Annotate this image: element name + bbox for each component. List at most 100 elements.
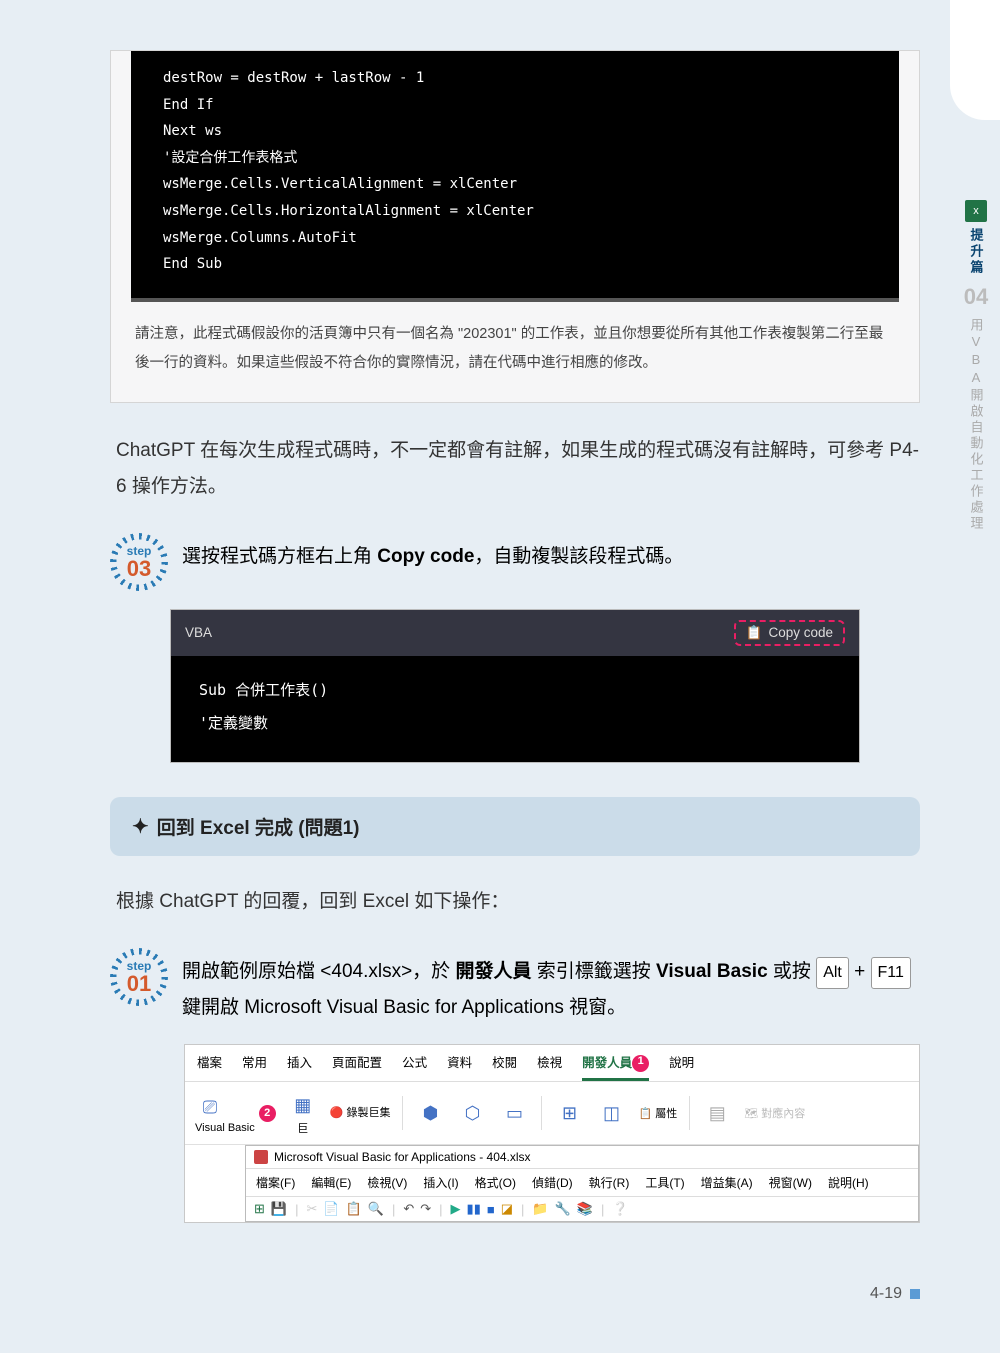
t: 或按 [768,961,817,982]
tb-undo-icon[interactable]: ↶ [403,1201,414,1217]
kbd-alt: Alt [816,957,849,989]
vba-line: '定義變數 [199,707,831,740]
vba-header: VBA 📋 Copy code [171,610,859,656]
step-number: 03 [127,558,151,580]
tb-redo-icon[interactable]: ↷ [420,1201,431,1217]
sep: | [521,1202,524,1217]
step-badge-03: step 03 [110,533,168,591]
page-number-text: 4-19 [870,1285,902,1303]
code-line: wsMerge.Columns.AutoFit [163,225,867,252]
tab-layout[interactable]: 頁面配置 [332,1052,382,1081]
tb-find-icon[interactable]: 🔍 [368,1201,384,1217]
divider [402,1096,403,1130]
menu-debug[interactable]: 偵錯(D) [532,1174,573,1191]
tb-design-icon[interactable]: ◪ [501,1201,513,1217]
tb-help-icon[interactable]: ❔ [612,1201,628,1217]
t: 屬性 [655,1108,677,1120]
tb-stop-icon[interactable]: ■ [487,1202,495,1217]
macro-label: 巨 [288,1120,318,1136]
tab-data[interactable]: 資料 [447,1052,472,1081]
copy-label: Copy code [768,625,833,640]
excel-screenshot: 檔案 常用 插入 頁面配置 公式 資料 校閱 檢視 開發人員1 說明 ⎚ Vis… [184,1044,920,1223]
menu-insert[interactable]: 插入(I) [423,1174,458,1191]
visual-basic-button[interactable]: ⎚ Visual Basic [195,1092,255,1134]
divider [689,1096,690,1130]
section-title: 回到 Excel 完成 (問題1) [157,813,360,840]
vba-toolbar: ⊞ 💾 | ✂ 📄 📋 🔍 | ↶ ↷ | ▶ ▮▮ ■ ◪ | 📁 🔧 📚 | [246,1197,918,1221]
menu-addins[interactable]: 增益集(A) [701,1174,753,1191]
tb-save-icon[interactable]: 💾 [271,1201,287,1217]
tb-props-icon[interactable]: 🔧 [555,1201,571,1217]
menu-run[interactable]: 執行(R) [589,1174,630,1191]
excel-ribbon-content: ⎚ Visual Basic 2 ▦ 巨 🔴 錄製巨集 ⬢ ⬡ ▭ ⊞ ◫ 📋 … [185,1082,919,1145]
tb-browser-icon[interactable]: 📚 [577,1201,593,1217]
source-icon[interactable]: ▤ [702,1098,732,1128]
t: ，自動複製該段程式碼。 [474,546,683,567]
tab-insert[interactable]: 插入 [287,1052,312,1081]
excel-icon: x [965,200,987,222]
vb-icon: ⎚ [195,1092,225,1122]
code-line: destRow = destRow + lastRow - 1 [163,65,867,92]
com-addins-icon[interactable]: ▭ [499,1098,529,1128]
tb-copy-icon[interactable]: 📄 [323,1201,339,1217]
vba-body: Sub 合併工作表() '定義變數 [171,656,859,762]
side-tab: x 提升篇 04 用VBA開啟自動化工作處理 [956,200,996,532]
tb-paste-icon[interactable]: 📋 [346,1201,362,1217]
vba-lang-label: VBA [185,625,212,640]
vba-titlebar: Microsoft Visual Basic for Applications … [246,1146,918,1169]
menu-window[interactable]: 視窗(W) [769,1174,812,1191]
tab-review[interactable]: 校閱 [492,1052,517,1081]
menu-edit[interactable]: 編輯(E) [311,1174,351,1191]
page-marker-icon [910,1289,920,1299]
step-number: 01 [127,973,151,995]
menu-format[interactable]: 格式(O) [475,1174,516,1191]
section-banner: ✦ 回到 Excel 完成 (問題1) [110,797,920,856]
insert-control-icon[interactable]: ⊞ [554,1098,584,1128]
copy-code-button[interactable]: 📋 Copy code [734,620,845,646]
menu-help[interactable]: 說明(H) [828,1174,869,1191]
map-props: 🗺 對應內容 [744,1105,805,1121]
vb-label: Visual Basic [195,1122,255,1134]
page-content: destRow = destRow + lastRow - 1 End If N… [0,0,1000,1223]
tab-home[interactable]: 常用 [242,1052,267,1081]
t-bold: 開發人員 [455,961,531,982]
step-01-text: 開啟範例原始檔 <404.xlsx>，於 開發人員 索引標籤選按 Visual … [182,948,920,1026]
menu-tools[interactable]: 工具(T) [645,1174,684,1191]
divider [541,1096,542,1130]
design-mode-icon[interactable]: ◫ [596,1098,626,1128]
properties-button[interactable]: 📋 屬性 [638,1105,677,1121]
macro-group: 🔴 錄製巨集 [330,1105,391,1123]
tab-help[interactable]: 說明 [669,1052,694,1081]
map-group: 🗺 對應內容 [744,1105,805,1121]
sep: | [295,1202,298,1217]
tab-file[interactable]: 檔案 [197,1052,222,1081]
tb-pause-icon[interactable]: ▮▮ [467,1201,481,1217]
code-line: '設定合併工作表格式 [163,145,867,172]
sep: | [392,1202,395,1217]
t-bold: Copy code [377,546,474,567]
vba-line: Sub 合併工作表() [199,674,831,707]
tab-formulas[interactable]: 公式 [402,1052,427,1081]
addins-icon[interactable]: ⬢ [415,1098,445,1128]
code-line: End Sub [163,251,867,278]
chapter-number: 04 [956,284,996,310]
tb-run-icon[interactable]: ▶ [451,1201,461,1217]
tb-cut-icon[interactable]: ✂ [306,1201,317,1217]
spark-icon: ✦ [132,814,149,839]
menu-view[interactable]: 檢視(V) [367,1174,407,1191]
tab-developer[interactable]: 開發人員1 [582,1052,649,1081]
kbd-f11: F11 [871,957,911,989]
tb-project-icon[interactable]: 📁 [532,1201,548,1217]
record-macro[interactable]: 🔴 錄製巨集 [330,1105,391,1123]
step-03: step 03 選按程式碼方框右上角 Copy code，自動複製該段程式碼。 [110,533,920,591]
properties-group: 📋 屬性 [638,1105,677,1121]
side-top-label: 提升篇 [967,228,986,276]
menu-file[interactable]: 檔案(F) [256,1174,295,1191]
tb-excel-icon[interactable]: ⊞ [254,1201,265,1217]
excel-addins-icon[interactable]: ⬡ [457,1098,487,1128]
t: 索引標籤選按 [531,961,656,982]
code-line: End If [163,92,867,119]
tab-view[interactable]: 檢視 [537,1052,562,1081]
sep: | [601,1202,604,1217]
macros-button[interactable]: ▦ 巨 [288,1090,318,1136]
